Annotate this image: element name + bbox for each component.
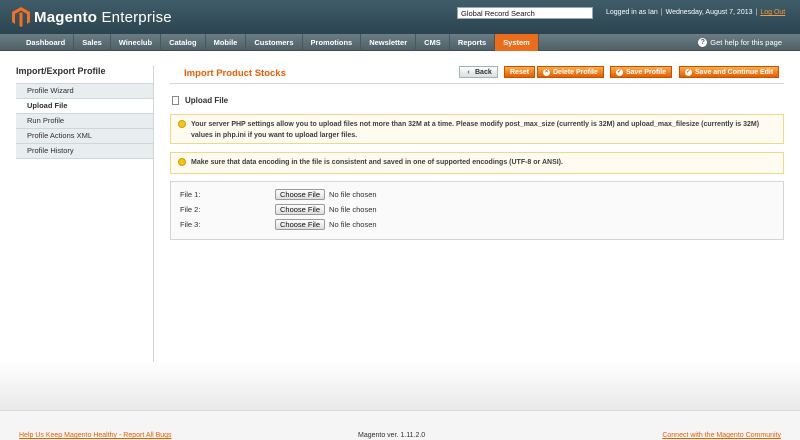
header-user-info: Logged in as Ian | Wednesday, August 7, 20…	[606, 9, 786, 16]
help-icon: ?	[698, 38, 708, 47]
sidebar: Import/Export Profile Profile Wizard Upl…	[16, 66, 153, 159]
document-icon	[172, 96, 179, 105]
sidebar-item-profile-history[interactable]: Profile History	[16, 144, 153, 159]
community-link[interactable]: Connect with the Magento Community	[662, 432, 781, 439]
save-continue-button[interactable]: ✓ Save and Continue Edit	[679, 66, 780, 78]
lightbulb-icon	[178, 158, 186, 166]
file-status: No file chosen	[329, 190, 377, 199]
nav-item-reports[interactable]: Reports	[450, 34, 496, 51]
nav-item-sales[interactable]: Sales	[74, 34, 111, 51]
file-row: File 2: Choose File No file chosen	[180, 204, 377, 215]
sidebar-title: Import/Export Profile	[16, 66, 106, 76]
magento-logo[interactable]: Magento Enterprise	[12, 7, 172, 27]
nav-item-mobile[interactable]: Mobile	[206, 34, 247, 51]
file-label: File 2:	[180, 205, 201, 214]
sidebar-item-upload-file[interactable]: Upload File	[16, 99, 153, 114]
back-arrow-icon: ‹	[467, 68, 470, 76]
magento-logo-icon	[12, 7, 30, 27]
encoding-notice: Make sure that data encoding in the file…	[170, 152, 784, 174]
nav-item-dashboard[interactable]: Dashboard	[18, 34, 75, 51]
upload-size-notice: Your server PHP settings allow you to up…	[170, 114, 784, 144]
admin-header: Magento Enterprise Global Record Search …	[0, 0, 800, 33]
sidebar-divider	[153, 66, 154, 362]
notice-text: Your server PHP settings allow you to up…	[191, 121, 760, 139]
logged-in-text: Logged in as Ian	[606, 9, 658, 16]
footer-gradient	[0, 362, 800, 410]
choose-file-button[interactable]: Choose File	[275, 219, 326, 230]
sidebar-item-profile-wizard[interactable]: Profile Wizard	[16, 84, 153, 99]
version-text: Magento ver. 1.11.2.0	[358, 432, 426, 439]
logout-link[interactable]: Log Out	[760, 9, 785, 16]
save-check-icon: ✓	[616, 68, 623, 76]
sidebar-item-run-profile[interactable]: Run Profile	[16, 114, 153, 129]
file-row: File 1: Choose File No file chosen	[180, 189, 377, 200]
section-header: Upload File	[172, 96, 228, 105]
nav-item-promotions[interactable]: Promotions	[303, 34, 362, 51]
logo-text: Magento Enterprise	[34, 8, 172, 26]
nav-item-wineclub[interactable]: Wineclub	[111, 34, 162, 51]
footer: Help Us Keep Magento Healthy - Report Al…	[0, 410, 800, 440]
file-label: File 3:	[180, 220, 201, 229]
title-divider	[170, 83, 784, 84]
section-title: Upload File	[185, 96, 229, 105]
choose-file-button[interactable]: Choose File	[275, 204, 326, 215]
nav-item-catalog[interactable]: Catalog	[161, 34, 206, 51]
file-row: File 3: Choose File No file chosen	[180, 219, 377, 230]
sidebar-tabs: Profile Wizard Upload File Run Profile P…	[16, 83, 153, 159]
file-status: No file chosen	[329, 205, 377, 214]
back-button[interactable]: ‹ Back	[459, 66, 498, 78]
global-search-input[interactable]: Global Record Search	[457, 7, 593, 19]
reset-button[interactable]: Reset	[504, 66, 536, 78]
current-date: Wednesday, August 7, 2013	[665, 9, 753, 16]
file-status: No file chosen	[329, 220, 377, 229]
lightbulb-icon	[178, 120, 186, 128]
nav-item-newsletter[interactable]: Newsletter	[361, 34, 417, 51]
choose-file-button[interactable]: Choose File	[275, 189, 326, 200]
help-link[interactable]: ? Get help for this page	[698, 38, 782, 47]
nav-item-customers[interactable]: Customers	[246, 34, 303, 51]
notice-text: Make sure that data encoding in the file…	[191, 159, 563, 166]
report-bugs-link[interactable]: Help Us Keep Magento Healthy - Report Al…	[19, 432, 172, 439]
file-label: File 1:	[180, 190, 201, 199]
help-link-label: Get help for this page	[710, 38, 782, 47]
save-profile-button[interactable]: ✓ Save Profile	[610, 66, 673, 78]
delete-profile-button[interactable]: × Delete Profile	[537, 66, 604, 78]
sidebar-item-profile-actions-xml[interactable]: Profile Actions XML	[16, 129, 153, 144]
nav-item-system[interactable]: System	[495, 34, 539, 51]
delete-icon: ×	[543, 68, 550, 76]
main-nav: Dashboard Sales Wineclub Catalog Mobile …	[0, 33, 800, 51]
page-title: Import Product Stocks	[184, 68, 286, 79]
save-continue-check-icon: ✓	[685, 68, 692, 76]
upload-fieldset: File 1: Choose File No file chosen File …	[170, 181, 784, 240]
nav-item-cms[interactable]: CMS	[416, 34, 450, 51]
nav-menu: Dashboard Sales Wineclub Catalog Mobile …	[18, 34, 539, 51]
